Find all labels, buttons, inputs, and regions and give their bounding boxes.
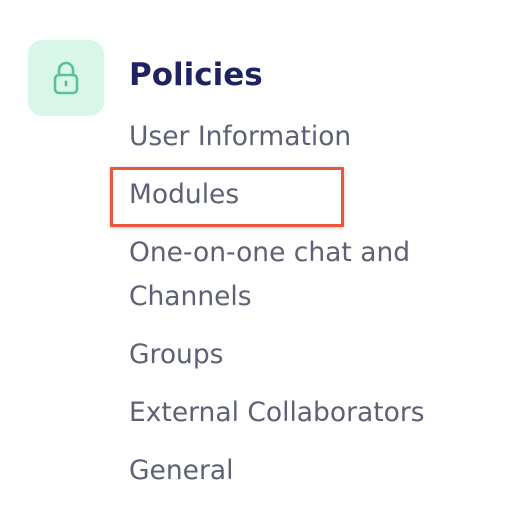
nav-item-groups[interactable]: Groups <box>129 333 223 377</box>
nav-item-general[interactable]: General <box>129 449 233 493</box>
nav-item-external-collaborators[interactable]: External Collaborators <box>129 391 425 435</box>
policies-icon-tile <box>28 40 104 116</box>
nav-item-modules[interactable]: Modules <box>129 173 239 217</box>
page-title: Policies <box>129 57 263 93</box>
lock-icon <box>53 61 79 95</box>
nav-item-user-information[interactable]: User Information <box>129 115 351 159</box>
nav-item-one-on-one-chat-and-channels[interactable]: One-on-one chat and Channels <box>129 231 449 319</box>
